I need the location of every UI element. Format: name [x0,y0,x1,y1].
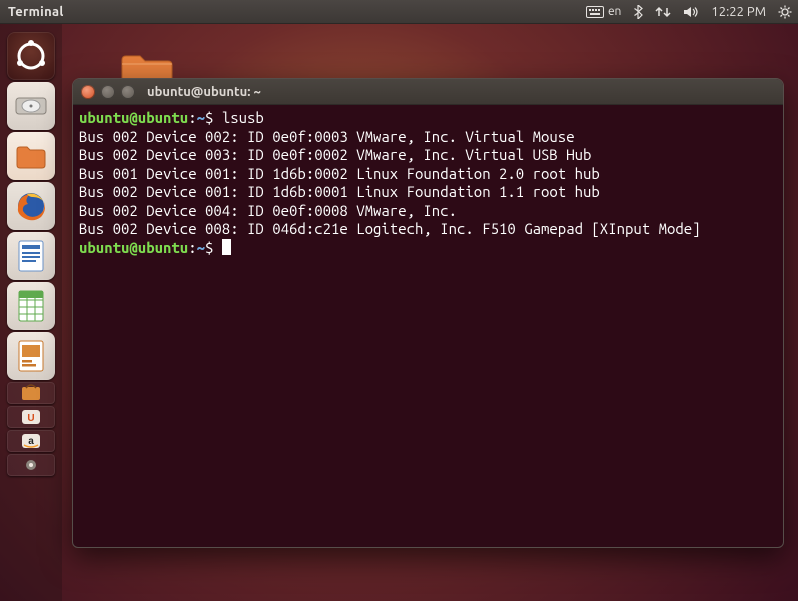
prompt-user: ubuntu@ubuntu [79,239,188,256]
software-center[interactable] [7,382,55,404]
prompt-path: ~ [197,109,205,126]
session-indicator[interactable] [778,5,792,19]
prompt-tail: $ [205,109,222,126]
svg-text:a: a [28,436,34,447]
cursor [222,239,231,255]
firefox[interactable] [7,182,55,230]
amazon-icon: a [10,432,52,450]
output-line: Bus 002 Device 003: ID 0e0f:0002 VMware,… [79,146,591,163]
output-line: Bus 001 Device 001: ID 1d6b:0002 Linux F… [79,165,600,182]
amazon[interactable]: a [7,430,55,452]
bluetooth-icon [633,5,643,19]
command-text: lsusb [222,109,264,126]
clock[interactable]: 12:22 PM [711,5,766,19]
keyboard-icon [586,6,604,18]
dash-home[interactable] [7,32,55,80]
files[interactable] [7,132,55,180]
output-line: Bus 002 Device 004: ID 0e0f:0008 VMware,… [79,202,465,219]
prompt-colon: : [188,239,196,256]
drive-icon [14,92,48,120]
document-icon [16,239,46,273]
ubuntu-logo-icon [14,39,48,73]
keyboard-lang: en [608,5,621,18]
focused-app-name: Terminal [8,5,64,19]
network-indicator[interactable] [655,5,671,19]
prompt-tail: $ [205,239,222,256]
settings-icon [10,456,52,474]
window-maximize-button[interactable] [121,85,135,99]
ubuntu-one[interactable]: U [7,406,55,428]
window-close-button[interactable] [81,85,95,99]
presentation-icon [16,339,46,373]
spreadsheet-icon [16,289,46,323]
titlebar[interactable]: ubuntu@ubuntu: ~ [73,79,783,105]
output-line: Bus 002 Device 001: ID 1d6b:0001 Linux F… [79,183,600,200]
svg-text:U: U [27,413,34,424]
system-settings[interactable] [7,454,55,476]
impress[interactable] [7,332,55,380]
firefox-icon [13,188,49,224]
output-line: Bus 002 Device 002: ID 0e0f:0003 VMware,… [79,128,575,145]
bluetooth-indicator[interactable] [633,5,643,19]
calc[interactable] [7,282,55,330]
writer[interactable] [7,232,55,280]
keyboard-indicator[interactable]: en [586,5,621,18]
top-panel: Terminal en 12:22 PM [0,0,798,24]
folder-icon [14,141,48,171]
ubuntu-one-icon: U [10,408,52,426]
volume-icon [683,6,699,18]
terminal-body[interactable]: ubuntu@ubuntu:~$ lsusb Bus 002 Device 00… [73,105,783,261]
terminal-window: ubuntu@ubuntu: ~ ubuntu@ubuntu:~$ lsusb … [72,78,784,548]
prompt-user: ubuntu@ubuntu [79,109,188,126]
unity-launcher: U a [0,24,62,601]
prompt-colon: : [188,109,196,126]
shopping-bag-icon [10,384,52,402]
disk-utility[interactable] [7,82,55,130]
sound-indicator[interactable] [683,6,699,18]
gear-icon [778,5,792,19]
output-line: Bus 002 Device 008: ID 046d:c21e Logitec… [79,220,701,237]
prompt-path: ~ [197,239,205,256]
network-updown-icon [655,5,671,19]
window-minimize-button[interactable] [101,85,115,99]
window-title: ubuntu@ubuntu: ~ [147,85,261,99]
